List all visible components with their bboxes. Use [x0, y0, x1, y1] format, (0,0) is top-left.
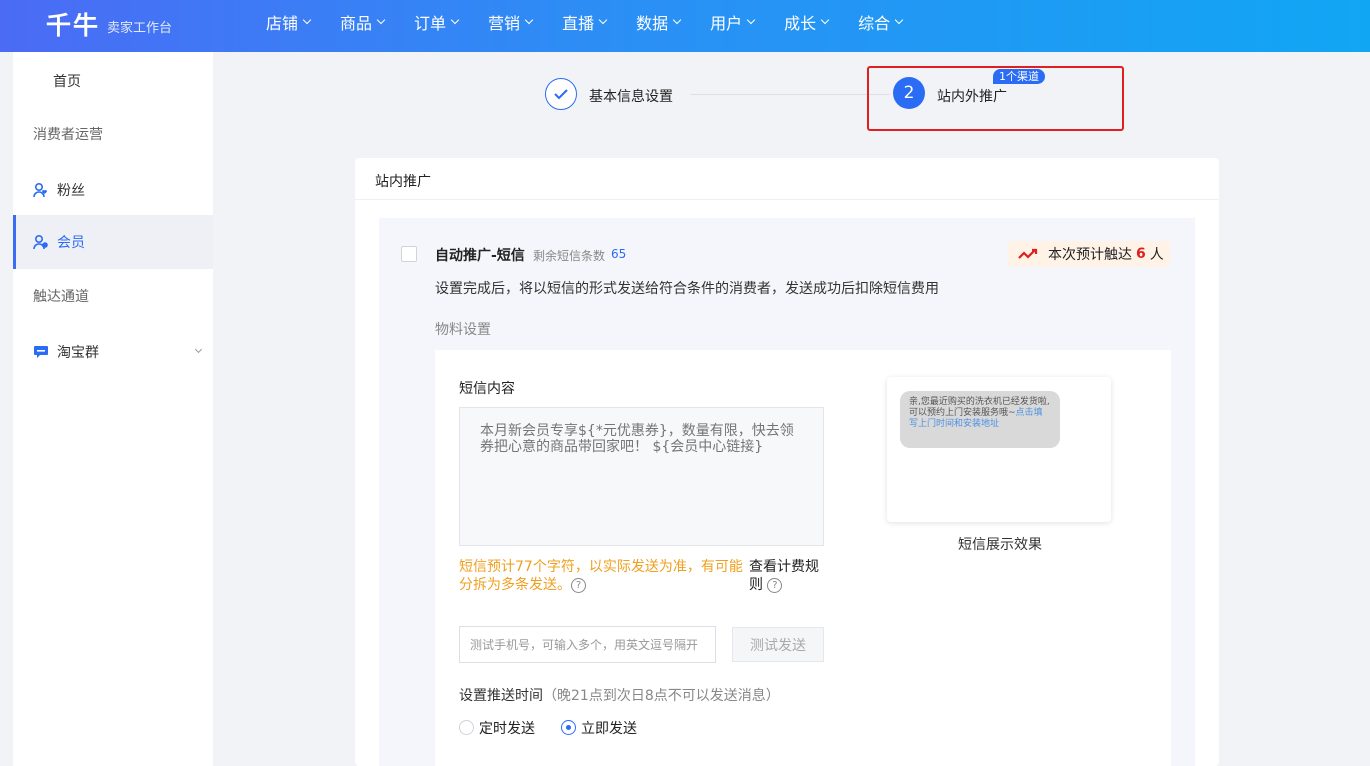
reach-estimate-badge: 本次预计触达 6 人	[1008, 241, 1170, 267]
sidebar-item-taobao-group[interactable]: 淘宝群	[13, 325, 213, 379]
nav-store[interactable]: 店铺	[266, 0, 312, 44]
sms-description: 设置完成后，将以短信的形式发送给符合条件的消费者，发送成功后扣除短信费用	[435, 281, 939, 297]
sms-preview-bubble: 亲,您最近购买的洗衣机已经发货啦,可以预约上门安装服务哦~点击填写上门时间和安装…	[900, 391, 1060, 448]
chevron-down-icon	[598, 15, 608, 25]
radio-send-now-label[interactable]: 立即发送	[581, 718, 637, 738]
sidebar-item-member[interactable]: 会员	[13, 215, 213, 269]
sidebar-group-consumer-ops: 消费者运营	[33, 127, 103, 143]
highlight-box	[867, 66, 1124, 131]
chevron-down-icon	[746, 15, 756, 25]
step-connector	[690, 94, 890, 95]
nav-products[interactable]: 商品	[340, 0, 386, 44]
chevron-down-icon	[302, 15, 312, 25]
card-title: 站内推广	[375, 174, 431, 190]
radio-send-now[interactable]	[561, 720, 576, 735]
nav-orders[interactable]: 订单	[414, 0, 460, 44]
push-time-label: 设置推送时间（晚21点到次日8点不可以发送消息）	[459, 688, 780, 704]
help-icon[interactable]: ?	[767, 577, 783, 593]
member-icon	[33, 234, 49, 250]
sms-content-textarea[interactable]	[459, 407, 824, 546]
sms-preview-caption: 短信展示效果	[958, 537, 1042, 553]
chat-icon	[33, 344, 49, 360]
fans-icon	[33, 182, 49, 198]
card-divider	[355, 199, 1219, 200]
reach-count: 6	[1136, 246, 1146, 262]
top-nav-bar: 千牛 卖家工作台 店铺 商品 订单 营销 直播 数据 用户 成长 综合	[0, 0, 1370, 52]
help-icon[interactable]: ?	[571, 577, 586, 593]
billing-rules-link[interactable]: 查看计费规则 ?	[749, 558, 824, 594]
remain-sms-label: 剩余短信条数	[533, 249, 606, 263]
chevron-down-icon	[820, 15, 830, 25]
sms-preview: 亲,您最近购买的洗衣机已经发货啦,可以预约上门安装服务哦~点击填写上门时间和安装…	[887, 377, 1111, 522]
char-count-warning: 短信预计77个字符，以实际发送为准，有可能分拆为多条发送。?	[459, 559, 743, 593]
chevron-down-icon	[894, 15, 904, 25]
nav-marketing[interactable]: 营销	[488, 0, 534, 44]
sms-content-label: 短信内容	[459, 381, 515, 397]
radio-scheduled-label[interactable]: 定时发送	[479, 718, 535, 738]
sidebar-group-touch-channel: 触达通道	[33, 289, 89, 305]
sidebar-item-fans[interactable]: 粉丝	[13, 163, 213, 217]
nav-data[interactable]: 数据	[636, 0, 682, 44]
push-time-hint: （晚21点到次日8点不可以发送消息）	[543, 688, 780, 704]
sms-checkbox[interactable]	[401, 246, 417, 262]
step1-label[interactable]: 基本信息设置	[589, 86, 673, 106]
step1-check-icon	[545, 78, 577, 110]
chevron-down-icon	[524, 15, 534, 25]
main-nav: 店铺 商品 订单 营销 直播 数据 用户 成长 综合	[266, 0, 932, 52]
radio-scheduled[interactable]	[459, 720, 474, 735]
sidebar: 首页 消费者运营 粉丝 会员 触达通道 淘宝群	[13, 52, 213, 766]
sidebar-item-home[interactable]: 首页	[13, 54, 213, 108]
material-settings-label: 物料设置	[435, 322, 491, 338]
chevron-down-icon	[376, 15, 386, 25]
nav-general[interactable]: 综合	[858, 0, 904, 44]
chevron-down-icon	[450, 15, 460, 25]
chevron-down-icon[interactable]	[194, 345, 203, 354]
chevron-down-icon	[672, 15, 682, 25]
app-subtitle: 卖家工作台	[107, 21, 173, 36]
app-logo[interactable]: 千牛	[46, 6, 100, 42]
nav-users[interactable]: 用户	[710, 0, 756, 44]
test-send-button[interactable]: 测试发送	[732, 627, 824, 662]
nav-growth[interactable]: 成长	[784, 0, 830, 44]
nav-live[interactable]: 直播	[562, 0, 608, 44]
trend-up-icon	[1018, 248, 1038, 259]
remain-sms-count: 65	[611, 247, 627, 261]
sms-title: 自动推广-短信	[435, 248, 525, 264]
test-phone-input[interactable]	[459, 626, 716, 663]
